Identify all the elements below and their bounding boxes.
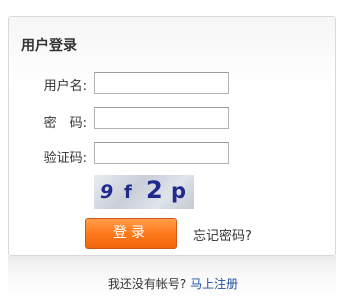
register-row: 我还没有帐号? 马上注册 xyxy=(0,275,346,292)
captcha-char: p xyxy=(171,179,187,203)
no-account-text: 我还没有帐号? xyxy=(107,277,187,291)
login-button[interactable]: 登录 xyxy=(85,218,177,249)
captcha-char: 9 xyxy=(100,181,114,203)
captcha-image[interactable]: 9 f 2 p xyxy=(94,175,194,209)
captcha-char: 2 xyxy=(146,176,163,204)
password-input[interactable] xyxy=(94,107,229,129)
captcha-label: 验证码: xyxy=(43,151,87,166)
password-label: 密 码: xyxy=(43,116,87,131)
register-link[interactable]: 马上注册 xyxy=(190,277,238,291)
username-label: 用户名: xyxy=(43,79,87,94)
forgot-password-link[interactable]: 忘记密码? xyxy=(193,225,252,244)
captcha-char: f xyxy=(124,182,132,203)
panel-title: 用户登录 xyxy=(21,38,77,54)
captcha-input[interactable] xyxy=(94,142,229,164)
username-input[interactable] xyxy=(94,72,229,94)
login-panel: 用户登录 用户名: 密 码: 验证码: 9 f 2 p 登录 忘记密码? xyxy=(8,16,336,256)
